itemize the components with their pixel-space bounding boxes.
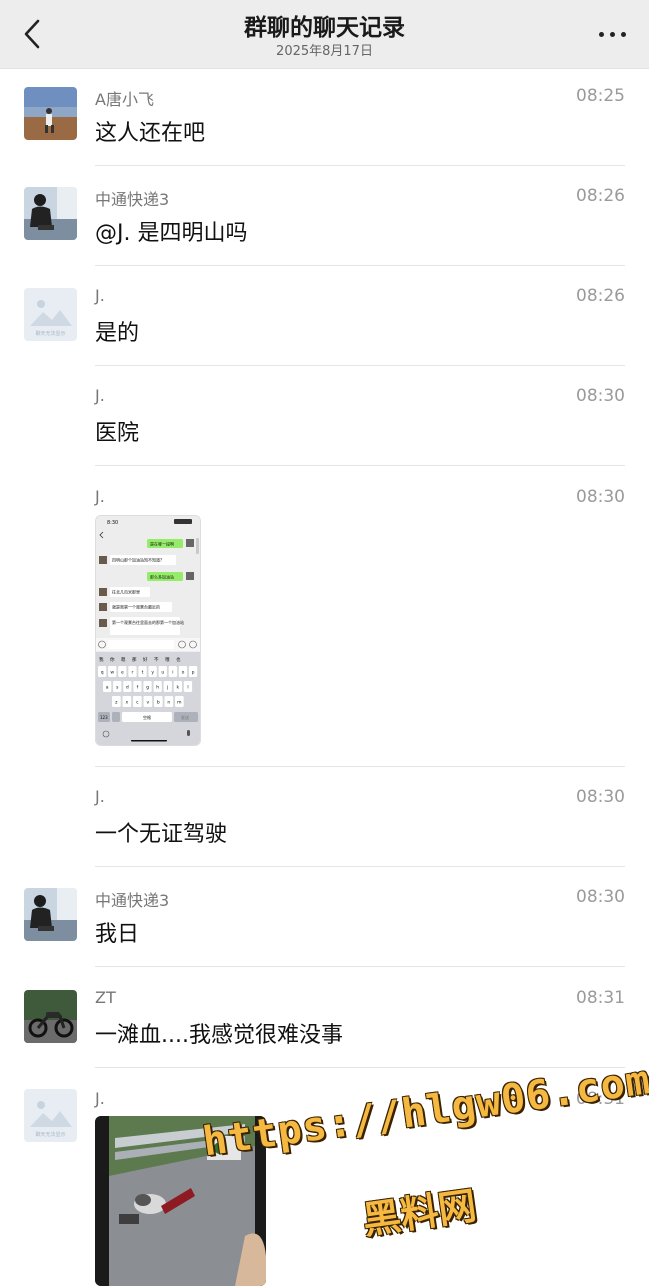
bubble-text: 是在哪一段啊 — [150, 541, 174, 547]
key-space: 空格 — [143, 714, 151, 720]
candidate-word: 嗯 — [121, 657, 126, 663]
dot-icon — [621, 32, 626, 37]
message-text: 一个无证驾驶 — [95, 822, 228, 847]
keyboard-key-label: l — [187, 685, 188, 691]
candidate-word: 我 — [99, 656, 104, 663]
avatar-placeholder[interactable]: 聊天无法显示 — [24, 1089, 77, 1142]
sender-name: ZT — [95, 988, 116, 1007]
page-title: 群聊的聊天记录 — [244, 15, 405, 41]
message-time: 08:25 — [576, 86, 625, 106]
message-item[interactable]: J. 08:30 一个无证驾驶 — [0, 766, 649, 867]
candidate-word: 哦 — [165, 656, 170, 663]
message-item[interactable]: J. 08:30 医院 — [0, 366, 649, 466]
avatar-zhongtong[interactable] — [24, 888, 77, 941]
keyboard-key-label: m — [177, 701, 181, 706]
keyboard-key-label: i — [172, 670, 173, 676]
keyboard-key-label: n — [167, 701, 170, 706]
status-time: 8:30 — [107, 520, 118, 526]
candidate-word: 那 — [132, 656, 137, 663]
message-text: 医院 — [95, 421, 140, 446]
keyboard-key-label: t — [142, 670, 144, 676]
sender-name: J. — [95, 487, 105, 506]
message-item[interactable]: A唐小飞 08:25 这人还在吧 — [0, 68, 649, 166]
keyboard-key-label: p — [192, 671, 195, 676]
message-time: 08:30 — [576, 386, 625, 406]
avatar-zhongtong[interactable] — [24, 187, 77, 240]
message-text: 一滩血....我感觉很难没事 — [95, 1023, 343, 1048]
candidate-word: 好 — [143, 656, 148, 663]
sender-name: J. — [95, 787, 105, 806]
message-time: 08:30 — [576, 487, 625, 507]
message-item[interactable]: 中通快递3 08:26 @J. 是四明山吗 — [0, 166, 649, 266]
candidate-word: 你 — [110, 656, 115, 663]
message-time: 08:26 — [576, 186, 625, 206]
keyboard-key-label: r — [132, 670, 134, 676]
keyboard-key-label: a — [106, 686, 109, 691]
bubble-text: 那么多加油站 — [150, 574, 174, 580]
candidate-word: 不 — [154, 657, 159, 663]
nav-bar: 群聊的聊天记录 2025年8月17日 — [0, 0, 649, 69]
message-time: 08:30 — [576, 887, 625, 907]
keyboard-key-label: v — [147, 701, 150, 706]
keyboard-key-label: o — [182, 671, 185, 676]
sender-name: J. — [95, 1089, 105, 1108]
message-text: 我日 — [95, 922, 140, 947]
bubble-text: 四明山那个加油站知不知道? — [112, 557, 162, 563]
dot-icon — [599, 32, 604, 37]
keyboard-key-label: h — [156, 685, 159, 691]
message-item[interactable]: 中通快递3 08:30 我日 — [0, 866, 649, 967]
keyboard-key-label: d — [126, 685, 129, 691]
key-123: 123 — [100, 715, 108, 720]
page-date: 2025年8月17日 — [276, 44, 373, 59]
keyboard-key-label: j — [166, 685, 168, 691]
bubble-text: 第一个观景台往里面去的那第一个加油站 — [112, 619, 184, 625]
message-item[interactable]: 聊天无法显示 J. 08:26 是的 — [0, 266, 649, 366]
more-options-button[interactable] — [597, 24, 629, 44]
avatar-zt[interactable] — [24, 990, 77, 1043]
sender-name: J. — [95, 386, 105, 405]
keyboard-key-label: q — [101, 671, 104, 676]
message-text: @J. 是四明山吗 — [95, 221, 248, 246]
keyboard-key-label: y — [151, 671, 154, 676]
message-time: 08:31 — [576, 988, 625, 1008]
keyboard-key-label: k — [177, 685, 180, 691]
message-item[interactable]: ZT 08:31 一滩血....我感觉很难没事 — [0, 966, 649, 1068]
sender-name: 中通快递3 — [95, 190, 170, 209]
keyboard-key-label: w — [110, 671, 114, 676]
bubble-text: 往北几百米那里 — [112, 589, 140, 595]
keyboard-key-label: b — [157, 700, 160, 706]
avatar-tang-xiaofei[interactable] — [24, 87, 77, 140]
sender-name: 中通快递3 — [95, 891, 170, 910]
message-time: 08:26 — [576, 286, 625, 306]
chat-screenshot-image[interactable]: 8:30 是在哪一段啊 四明山那个加油站知不知道? 那么多加油站 往北几百米那里… — [95, 515, 201, 746]
bubble-text: 就是离第一个观景台最近的 — [112, 604, 160, 610]
dot-icon — [610, 32, 615, 37]
message-text: 是的 — [95, 321, 140, 346]
avatar-placeholder[interactable]: 聊天无法显示 — [24, 288, 77, 341]
keyboard-key-label: u — [161, 671, 164, 676]
avatar-placeholder-label: 聊天无法显示 — [35, 1131, 65, 1138]
keyboard-key-label: x — [126, 701, 129, 706]
candidate-word: 也 — [176, 656, 181, 663]
sender-name: J. — [95, 286, 105, 305]
message-text: 这人还在吧 — [95, 121, 206, 146]
key-send: 发送 — [181, 714, 189, 720]
message-time: 08:30 — [576, 787, 625, 807]
avatar-placeholder-label: 聊天无法显示 — [35, 330, 65, 337]
keyboard-key-label: g — [146, 686, 149, 691]
sender-name: A唐小飞 — [95, 90, 154, 109]
keyboard-key-label: e — [121, 671, 124, 676]
